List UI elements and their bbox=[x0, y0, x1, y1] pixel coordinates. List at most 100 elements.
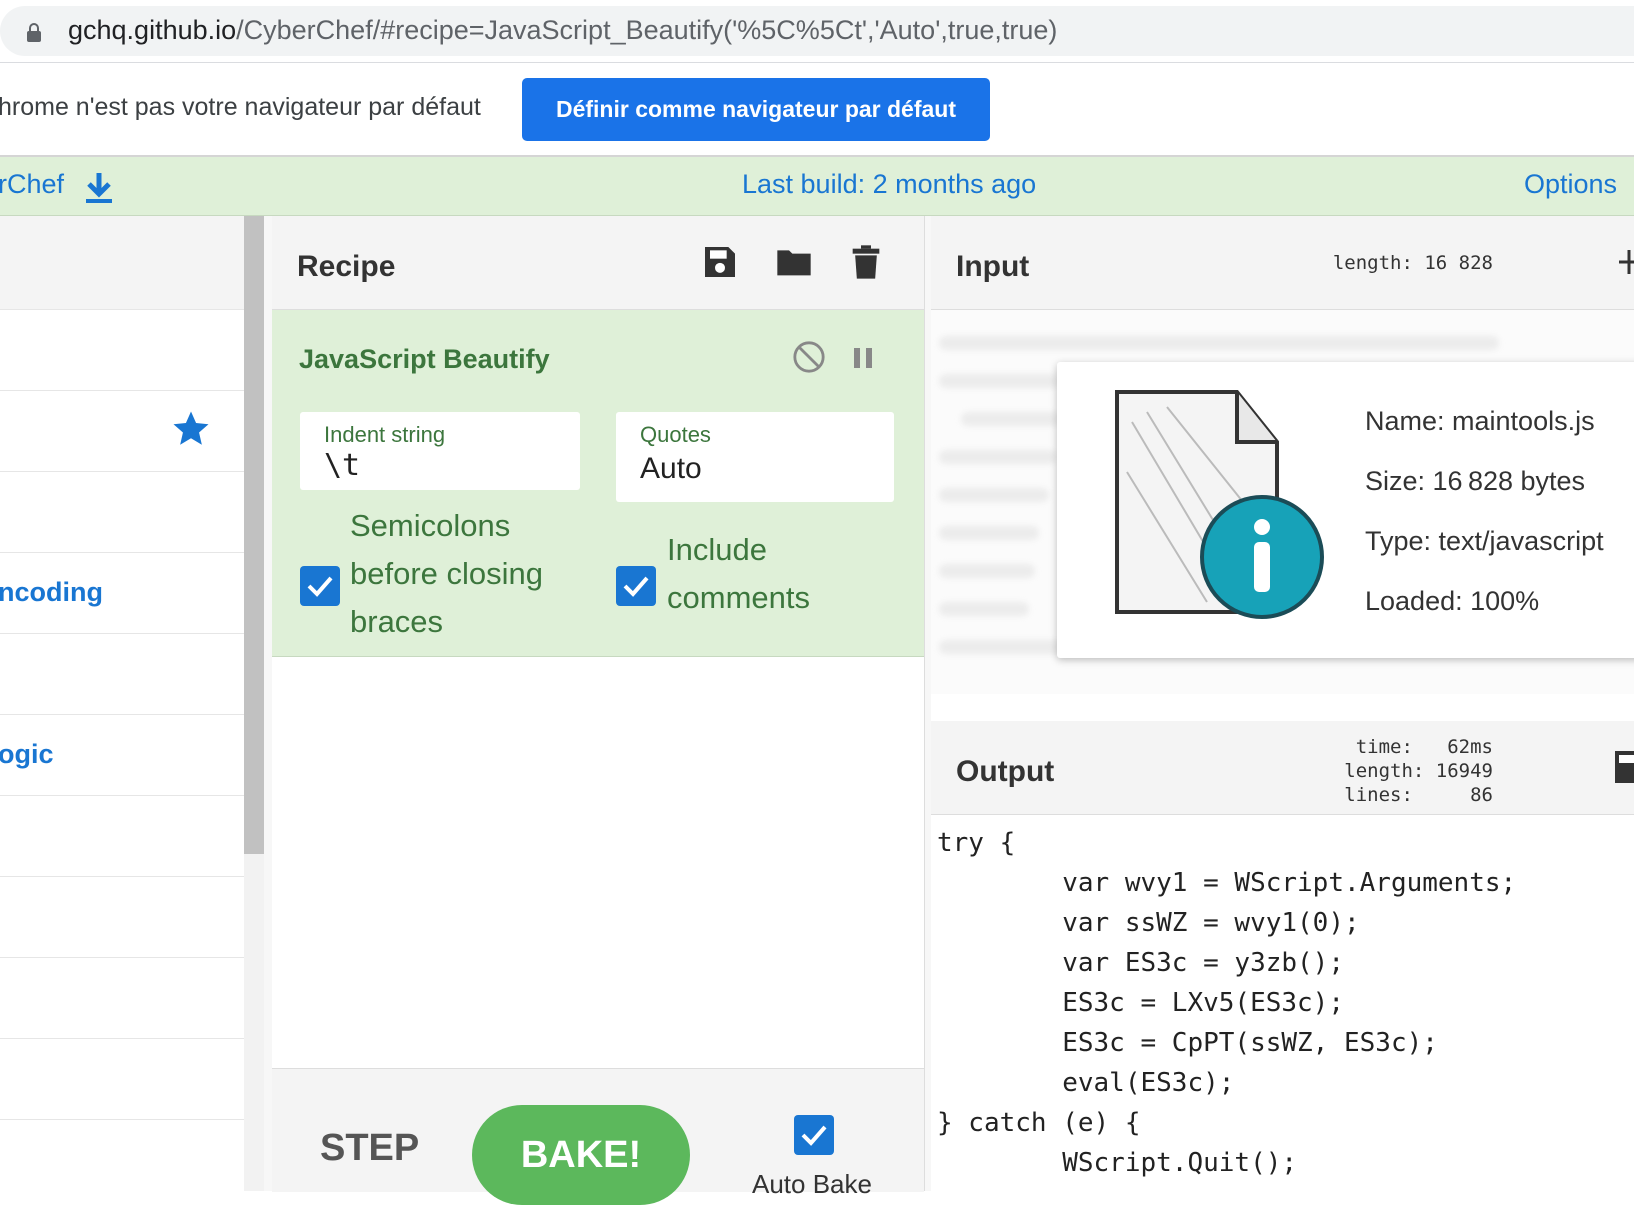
ops-category-row[interactable] bbox=[0, 958, 244, 1039]
output-length-value: 16949 bbox=[1435, 760, 1493, 782]
default-browser-infobar: hrome n'est pas votre navigateur par déf… bbox=[0, 63, 1634, 157]
bake-button[interactable]: BAKE! bbox=[472, 1105, 690, 1205]
cyberchef-banner: rChef Last build: 2 months ago Options bbox=[0, 157, 1634, 216]
star-icon[interactable] bbox=[170, 408, 212, 450]
url-path: /CyberChef/#recipe=JavaScript_Beautify('… bbox=[236, 15, 1058, 45]
comments-label-line: comments bbox=[667, 580, 810, 615]
code-line: WScript.Quit(); bbox=[937, 1148, 1298, 1178]
quotes-select[interactable]: Quotes Auto bbox=[616, 412, 894, 502]
blurred-text-line bbox=[939, 602, 1029, 616]
output-lines-label: lines: bbox=[1344, 784, 1413, 806]
ops-category-label: ncoding bbox=[0, 577, 103, 607]
include-comments-label: Include comments bbox=[667, 526, 810, 622]
input-header: Input length: 16 828 bbox=[931, 216, 1634, 310]
address-bar: gchq.github.io/CyberChef/#recipe=JavaScr… bbox=[0, 0, 1634, 63]
checkmark-icon bbox=[307, 576, 333, 597]
ops-category-row[interactable] bbox=[0, 472, 244, 553]
quotes-label: Quotes bbox=[640, 422, 711, 447]
output-header: Output time: 62ms length: 16949 lines: 86 bbox=[931, 721, 1634, 815]
recipe-title: Recipe bbox=[297, 250, 396, 283]
save-output-icon[interactable] bbox=[1615, 747, 1634, 787]
ops-category-label: ogic bbox=[0, 739, 54, 769]
auto-bake-label: Auto Bake bbox=[752, 1169, 872, 1199]
recipe-header: Recipe bbox=[272, 216, 924, 310]
auto-bake-checkbox[interactable] bbox=[794, 1115, 834, 1155]
add-tab-icon[interactable] bbox=[1619, 246, 1634, 278]
output-textarea[interactable]: try { var wvy1 = WScript.Arguments; var … bbox=[931, 815, 1634, 1191]
url-text[interactable]: gchq.github.io/CyberChef/#recipe=JavaScr… bbox=[68, 15, 1057, 46]
file-name: Name: maintools.js bbox=[1365, 406, 1595, 436]
blurred-text-line bbox=[939, 374, 1059, 388]
io-panel: Input length: 16 828 Name: maintools.js … bbox=[931, 216, 1634, 1191]
ops-category-row[interactable] bbox=[0, 1039, 244, 1120]
comments-label-line: Include bbox=[667, 532, 767, 567]
file-info-card: Name: maintools.js Size: 16 828 bytes Ty… bbox=[1057, 362, 1634, 658]
operations-header bbox=[0, 216, 244, 310]
ops-category-row[interactable] bbox=[0, 796, 244, 877]
code-line: ES3c = CpPT(ssWZ, ES3c); bbox=[937, 1028, 1438, 1058]
file-size: Size: 16 828 bytes bbox=[1365, 466, 1586, 496]
code-line: eval(ES3c); bbox=[937, 1068, 1235, 1098]
blurred-text-line bbox=[939, 488, 1049, 502]
resize-gutter[interactable] bbox=[264, 216, 272, 1191]
operations-panel: ncoding ogic bbox=[0, 216, 244, 1191]
output-title: Output bbox=[956, 755, 1055, 788]
output-code: try { var wvy1 = WScript.Arguments; var … bbox=[937, 823, 1516, 1183]
trash-icon[interactable] bbox=[846, 242, 886, 282]
blurred-text-line bbox=[939, 526, 1039, 540]
code-line: var ssWZ = wvy1(0); bbox=[937, 908, 1360, 938]
ops-category-row[interactable] bbox=[0, 877, 244, 958]
recipe-panel: Recipe JavaScript Beautify Indent string… bbox=[272, 216, 925, 1205]
include-comments-checkbox[interactable] bbox=[616, 566, 656, 606]
file-info-icon bbox=[1115, 390, 1324, 619]
blurred-text-line bbox=[939, 336, 1499, 350]
ops-category-encoding[interactable]: ncoding bbox=[0, 553, 244, 634]
operation-javascript-beautify: JavaScript Beautify Indent string \t Quo… bbox=[272, 310, 924, 657]
recipe-controls: STEP BAKE! Auto Bake bbox=[272, 1068, 924, 1205]
input-title: Input bbox=[956, 250, 1030, 283]
disable-icon[interactable] bbox=[792, 340, 826, 374]
folder-icon[interactable] bbox=[774, 242, 814, 282]
file-loaded: Loaded: 100% bbox=[1365, 586, 1540, 616]
save-icon[interactable] bbox=[700, 242, 740, 282]
code-line: ES3c = LXv5(ES3c); bbox=[937, 988, 1344, 1018]
output-time-label: time: bbox=[1355, 736, 1413, 758]
indent-string-label: Indent string bbox=[324, 422, 446, 447]
breakpoint-pause-icon[interactable] bbox=[852, 346, 874, 370]
banner-app-name[interactable]: rChef bbox=[0, 169, 64, 200]
semicolons-checkbox[interactable] bbox=[300, 566, 340, 606]
semicolons-label: Semicolons before closing braces bbox=[350, 502, 543, 646]
url-box[interactable]: gchq.github.io/CyberChef/#recipe=JavaScr… bbox=[0, 6, 1634, 56]
quotes-value: Auto bbox=[640, 452, 702, 485]
ops-category-logic[interactable]: ogic bbox=[0, 715, 244, 796]
lock-icon[interactable] bbox=[26, 23, 42, 43]
download-icon[interactable] bbox=[84, 171, 114, 205]
operations-search[interactable] bbox=[0, 310, 244, 391]
indent-string-field[interactable]: Indent string \t bbox=[300, 412, 580, 490]
semicolons-label-line: braces bbox=[350, 604, 444, 639]
infobar-message: hrome n'est pas votre navigateur par déf… bbox=[0, 93, 481, 121]
code-line: var wvy1 = WScript.Arguments; bbox=[937, 868, 1517, 898]
input-length-value: 16 828 bbox=[1424, 252, 1493, 274]
output-time-stat: time: 62ms bbox=[1344, 735, 1493, 759]
indent-string-value: \t bbox=[324, 448, 361, 483]
input-length: length: 16 828 bbox=[1333, 252, 1493, 274]
url-host: gchq.github.io bbox=[68, 15, 237, 45]
set-default-browser-button[interactable]: Définir comme navigateur par défaut bbox=[522, 78, 990, 141]
code-line: var ES3c = y3zb(); bbox=[937, 948, 1344, 978]
last-build-link[interactable]: Last build: 2 months ago bbox=[742, 169, 1036, 200]
options-link[interactable]: Options bbox=[1524, 169, 1617, 200]
checkmark-icon bbox=[623, 576, 649, 597]
output-stats: time: 62ms length: 16949 lines: 86 bbox=[1344, 735, 1493, 807]
blurred-text-line bbox=[939, 564, 1035, 578]
input-length-label: length: bbox=[1332, 252, 1413, 274]
step-button[interactable]: STEP bbox=[320, 1127, 419, 1170]
output-lines-value: 86 bbox=[1470, 784, 1493, 806]
operations-scrollbar-thumb[interactable] bbox=[244, 216, 264, 854]
operation-title: JavaScript Beautify bbox=[299, 344, 550, 374]
code-line: try { bbox=[937, 828, 1016, 858]
ops-category-row[interactable] bbox=[0, 634, 244, 715]
file-type: Type: text/javascript bbox=[1365, 526, 1604, 556]
checkmark-icon bbox=[801, 1125, 827, 1146]
blurred-text-line bbox=[961, 412, 1061, 426]
